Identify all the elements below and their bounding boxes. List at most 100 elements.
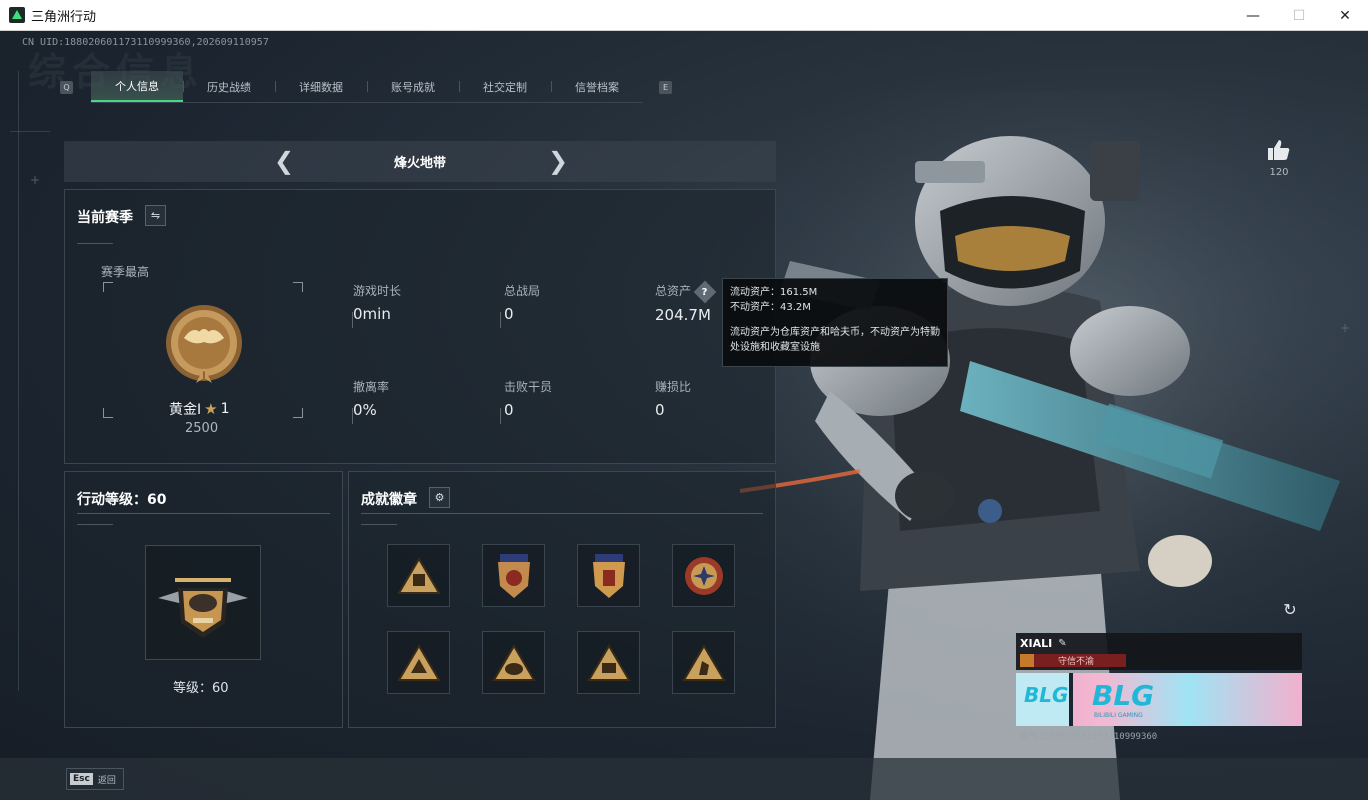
title-underline <box>361 524 397 525</box>
season-title: 当前赛季 <box>77 210 133 226</box>
rank-name: 黄金I ★ 1 <box>169 399 230 419</box>
team-logo-large: BLG <box>1092 679 1155 712</box>
frame-corner <box>103 282 113 292</box>
stat-label: 撤离率 <box>353 380 390 394</box>
operation-level-panel: 行动等级：60 等级：60 <box>64 471 343 728</box>
stat-label: 游戏时长 <box>353 284 402 298</box>
prev-tab-key-hint[interactable]: Q <box>60 80 73 94</box>
tab-credit-record[interactable]: 信誉档案 <box>551 71 643 102</box>
game-mode-selector: ❮ 烽火地带 ❯ <box>64 141 776 182</box>
help-icon[interactable]: ? <box>693 280 717 303</box>
switch-icon: ⇋ <box>150 209 161 222</box>
assets-tooltip: 流动资产：161.5M 不动资产：43.2M 流动资产为仓库资产和哈夫币，不动资… <box>722 278 948 367</box>
thumbs-up-icon <box>1268 140 1290 160</box>
player-name-text: XIALI <box>1020 637 1053 650</box>
top-tab-bar: Q 个人信息 历史战绩 详细数据 账号成就 社交定制 信誉档案 E <box>60 71 672 103</box>
rank-star-icon: ★ <box>204 400 218 418</box>
edit-pencil-icon[interactable]: ✎ <box>1058 638 1066 649</box>
back-button[interactable]: Esc 返回 <box>66 768 124 790</box>
game-mode-title: 烽火地带 <box>393 156 446 171</box>
app-logo-icon <box>9 7 25 23</box>
esc-key-hint: Esc <box>70 773 93 785</box>
level-emblem-frame <box>145 545 261 660</box>
svg-text:I: I <box>203 371 206 381</box>
stat-play-time: 游戏时长 0min <box>353 282 401 323</box>
badge-triangle-icon <box>396 556 441 594</box>
stat-label: 击败干员 <box>504 380 553 394</box>
team-logo-subtitle: BILIBILI GAMING <box>1094 712 1143 719</box>
tooltip-fixed-assets: 不动资产：43.2M <box>730 302 811 313</box>
badge-slot[interactable] <box>672 544 735 607</box>
title-underline <box>361 513 763 514</box>
stat-total-assets: 总资产? 204.7M <box>655 280 717 324</box>
minimize-button[interactable]: — <box>1230 0 1276 31</box>
title-underline <box>77 524 113 525</box>
helicopter-level-emblem-icon <box>158 577 248 638</box>
player-name-card: XIALI ✎ 守信不渝 BLG BLG BILIBILI GAMING 编号:… <box>1016 633 1302 745</box>
game-viewport: 综合信息 CN UID:1880206011731109993​60,20260… <box>0 31 1368 800</box>
season-switch-button[interactable]: ⇋ <box>145 205 166 226</box>
like-count: 120 <box>1269 167 1289 178</box>
maximize-button[interactable]: ☐ <box>1276 0 1322 31</box>
refresh-button[interactable]: ↻ <box>1280 599 1300 619</box>
window-title: 三角洲行动 <box>31 9 97 25</box>
badge-slot[interactable] <box>577 631 640 694</box>
stat-label: 赚损比 <box>655 380 692 394</box>
tab-detailed-data[interactable]: 详细数据 <box>275 71 367 102</box>
achievement-badges-panel: 成就徽章 ⚙ <box>348 471 776 728</box>
like-widget[interactable]: 120 <box>1264 139 1294 178</box>
next-tab-key-hint[interactable]: E <box>659 80 672 94</box>
frame-line <box>10 131 50 132</box>
window-controls: — ☐ ✕ <box>1230 0 1368 31</box>
frame-corner <box>293 408 303 418</box>
prev-mode-button[interactable]: ❮ <box>274 149 294 173</box>
badge-triangle-icon <box>491 643 536 681</box>
tab-social-customization[interactable]: 社交定制 <box>459 71 551 102</box>
stat-label-text: 总资产 <box>655 284 692 298</box>
crosshair-mark: + <box>30 173 41 187</box>
badge-slot[interactable] <box>482 631 545 694</box>
badge-slot[interactable] <box>672 631 735 694</box>
stat-operators-defeated: 击败干员 0 <box>504 378 552 419</box>
badge-grid <box>387 544 735 694</box>
stat-label: 总资产? <box>655 280 717 303</box>
stat-total-matches: 总战局 0 <box>504 282 540 323</box>
stat-profit-loss-ratio: 赚损比 0 <box>655 378 691 419</box>
rank-score: 2500 <box>185 421 219 436</box>
badge-slot[interactable] <box>482 544 545 607</box>
badge-triangle-icon <box>396 643 441 681</box>
tab-personal-info[interactable]: 个人信息 <box>91 71 183 102</box>
tab-match-history[interactable]: 历史战绩 <box>183 71 275 102</box>
refresh-icon: ↻ <box>1283 599 1297 619</box>
stat-value: 0% <box>353 401 377 419</box>
current-season-panel: 当前赛季 ⇋ 赛季最高 I 黄金I ★ 1 2500 游戏时长 0min 总战局… <box>64 189 776 464</box>
player-id: 编号:1880206011731109993​60 <box>1020 732 1158 742</box>
divider <box>500 312 501 328</box>
badge-round-icon <box>684 556 723 595</box>
next-mode-button[interactable]: ❯ <box>548 149 568 173</box>
bottom-bar: Esc 返回 <box>0 758 1368 800</box>
close-button[interactable]: ✕ <box>1322 0 1368 31</box>
title-underline <box>77 513 330 514</box>
divider <box>352 312 353 328</box>
tab-account-achievements[interactable]: 账号成就 <box>367 71 459 102</box>
badge-slot[interactable] <box>387 544 450 607</box>
player-title-tag: 守信不渝 <box>1020 654 1126 667</box>
badge-settings-button[interactable]: ⚙ <box>429 487 450 508</box>
banner-separator <box>1069 673 1073 726</box>
divider <box>352 408 353 424</box>
rank-stars: 1 <box>220 401 230 417</box>
stat-value: 0 <box>655 401 665 419</box>
level-text: 等级：60 <box>173 681 229 696</box>
stat-value: 0 <box>504 401 514 419</box>
help-icon-glyph: ? <box>702 286 708 297</box>
badge-slot[interactable] <box>387 631 450 694</box>
level-title: 行动等级：60 <box>77 492 167 508</box>
badge-triangle-icon <box>586 643 631 681</box>
tab-list: 个人信息 历史战绩 详细数据 账号成就 社交定制 信誉档案 <box>91 71 643 103</box>
title-underline <box>77 243 113 244</box>
badge-slot[interactable] <box>577 544 640 607</box>
gear-icon: ⚙ <box>434 491 445 504</box>
uid-text: CN UID:1880206011731109993​60,2026091109… <box>22 37 269 48</box>
stat-value: 0min <box>353 305 391 323</box>
